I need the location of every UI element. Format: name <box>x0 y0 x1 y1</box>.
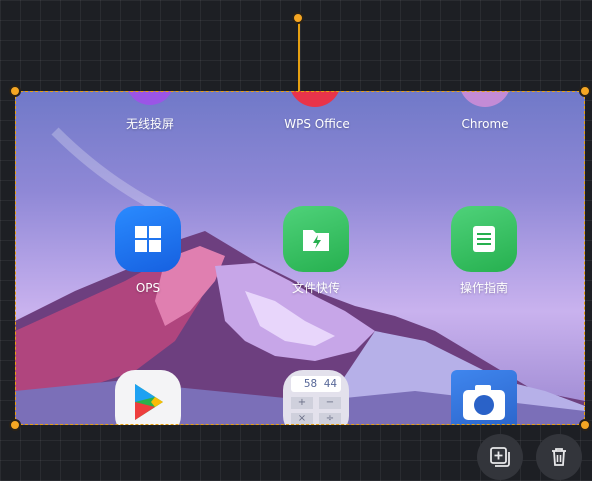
calc-key: × <box>291 413 313 425</box>
file-transfer-icon[interactable] <box>283 206 349 272</box>
app-label: 操作指南 <box>459 281 508 295</box>
calculator-display: 58 44 <box>291 376 341 392</box>
calc-key: − <box>319 397 341 409</box>
resize-handle-bottom-right[interactable] <box>579 419 591 431</box>
app-guide[interactable]: 操作指南 <box>414 281 554 295</box>
resize-handle-top-left[interactable] <box>9 85 21 97</box>
editor-canvas: 无线投屏 WPS Office Chrome OPS 文件快传 操作指南 58 … <box>0 0 592 481</box>
calculator-icon[interactable]: 58 44 + − × ÷ <box>283 370 349 425</box>
app-label: OPS <box>135 281 161 295</box>
screenshot-image[interactable]: 无线投屏 WPS Office Chrome OPS 文件快传 操作指南 58 … <box>15 91 585 425</box>
add-button[interactable] <box>477 434 523 480</box>
app-label: 文件快传 <box>291 281 340 295</box>
windows-icon[interactable] <box>115 206 181 272</box>
calc-key: + <box>291 397 313 409</box>
app-wireless-cast[interactable]: 无线投屏 <box>80 117 220 131</box>
app-wps-office[interactable]: WPS Office <box>247 117 387 131</box>
app-ops[interactable]: OPS <box>78 281 218 295</box>
rotation-line <box>298 20 300 92</box>
resize-handle-top-right[interactable] <box>579 85 591 97</box>
app-label: 无线投屏 <box>125 117 174 131</box>
calc-key: ÷ <box>319 413 341 425</box>
app-chrome[interactable]: Chrome <box>415 117 555 131</box>
guide-icon[interactable] <box>451 206 517 272</box>
play-store-icon[interactable] <box>115 370 181 425</box>
resize-handle-bottom-left[interactable] <box>9 419 21 431</box>
camera-icon[interactable] <box>451 370 517 425</box>
app-label: WPS Office <box>284 117 350 131</box>
trash-icon <box>552 448 566 466</box>
delete-button[interactable] <box>536 434 582 480</box>
add-box-icon <box>490 447 510 467</box>
app-label: Chrome <box>461 117 509 131</box>
rotate-handle[interactable] <box>292 12 304 24</box>
app-file-transfer[interactable]: 文件快传 <box>246 281 386 295</box>
